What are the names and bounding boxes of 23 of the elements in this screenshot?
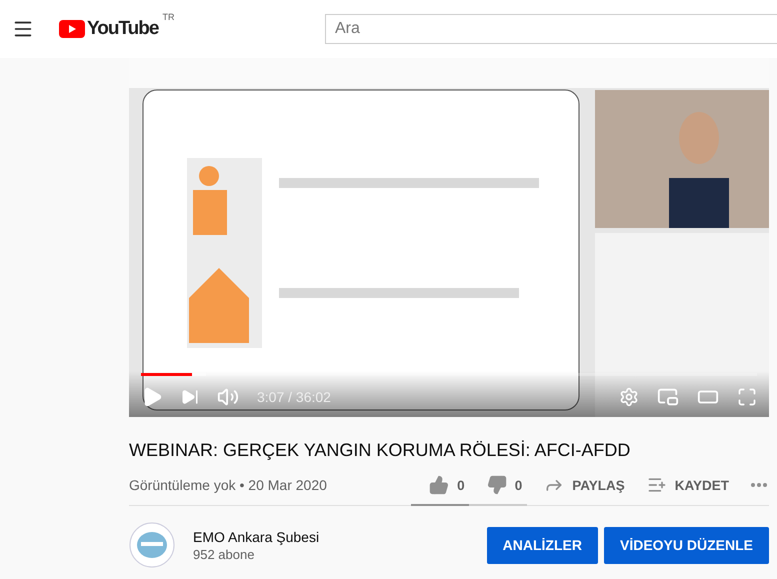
more-button[interactable]: [749, 483, 769, 487]
play-logo-icon: [59, 20, 85, 38]
time-display: 3:07 / 36:02: [257, 388, 331, 404]
save-button[interactable]: KAYDET: [644, 475, 731, 495]
thumbs-down-icon: [486, 475, 507, 495]
thumbs-down-button[interactable]: 0: [484, 475, 524, 495]
channel-name[interactable]: EMO Ankara Şubesi: [193, 528, 320, 544]
video-meta: Görüntüleme yok • 20 Mar 2020: [129, 477, 327, 493]
fullscreen-button[interactable]: [737, 386, 757, 406]
thumbs-up-icon: [429, 475, 450, 495]
next-button[interactable]: [181, 388, 199, 406]
thumbs-up-button[interactable]: 0: [427, 475, 467, 495]
edit-video-button[interactable]: VİDEOYU DÜZENLE: [604, 526, 769, 564]
channel-avatar[interactable]: [129, 522, 175, 568]
logo-text[interactable]: YouTube: [87, 18, 158, 40]
subscriber-count: 952 abone: [193, 546, 256, 562]
region-label: TR: [162, 12, 174, 22]
video-title: WEBINAR: GERÇEK YANGIN KORUMA RÖLESİ: AFCI-AFDD: [129, 440, 632, 461]
settings-button[interactable]: [619, 386, 639, 406]
analytics-button[interactable]: ANALİZLER: [486, 526, 598, 564]
search-field[interactable]: Ara: [325, 14, 777, 44]
more-icon: [751, 483, 767, 487]
share-button[interactable]: PAYLAŞ: [542, 475, 627, 495]
